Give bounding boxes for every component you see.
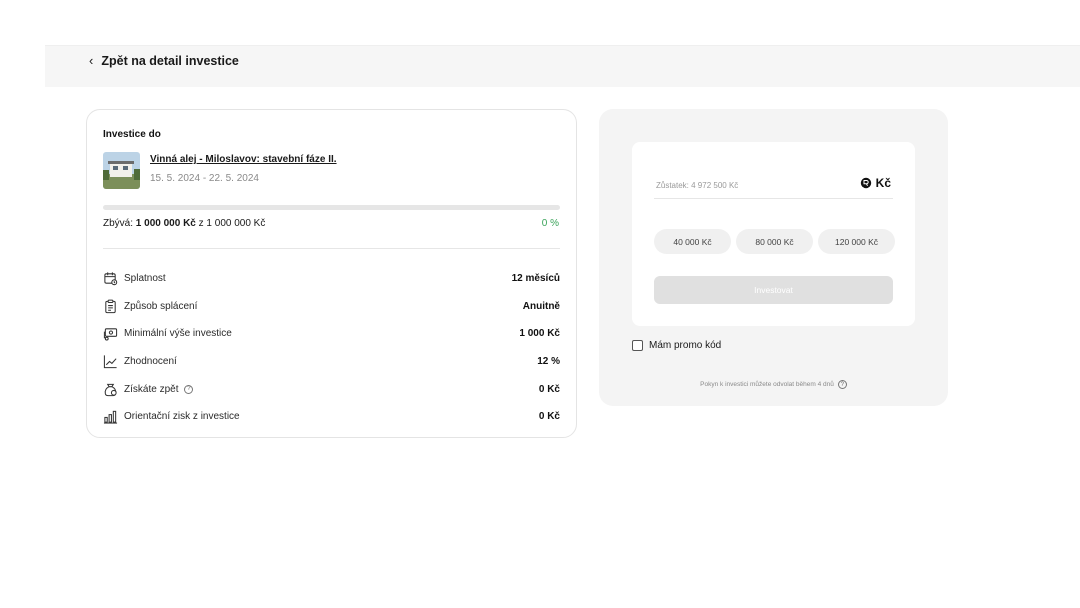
project-dates: 15. 5. 2024 - 22. 5. 2024 xyxy=(150,173,259,184)
detail-row-maturity: Splatnost 12 měsíců xyxy=(103,265,560,293)
detail-label: Získáte zpět xyxy=(124,383,179,395)
promo-code-label: Mám promo kód xyxy=(649,340,722,351)
detail-value: 1 000 Kč xyxy=(519,328,560,340)
back-link[interactable]: ‹ Zpět na detail investice xyxy=(89,53,239,68)
detail-label: Orientační zisk z investice xyxy=(124,411,240,423)
remaining-total: z 1 000 000 Kč xyxy=(198,218,266,229)
help-icon[interactable]: ? xyxy=(184,384,194,394)
balance-label: Zůstatek: 4 972 500 Kč xyxy=(656,181,739,190)
preset-amount-chip[interactable]: 80 000 Kč xyxy=(736,229,813,254)
money-icon xyxy=(103,328,118,342)
preset-amount-chip[interactable]: 40 000 Kč xyxy=(654,229,731,254)
details-list: Splatnost 12 měsíců Způsob splácení Anui… xyxy=(103,265,560,431)
promo-code-checkbox[interactable]: Mám promo kód xyxy=(632,340,721,351)
funding-progress-bar xyxy=(103,205,560,210)
withdrawal-note: Pokyn k investici můžete odvolat během 4… xyxy=(599,380,948,389)
checkbox-icon[interactable] xyxy=(632,340,643,351)
funding-percent: 0 % xyxy=(541,218,559,229)
detail-value: Anuitně xyxy=(522,300,560,312)
chevron-left-icon: ‹ xyxy=(89,53,94,68)
currency-selector: Kč xyxy=(860,176,891,190)
detail-value: 12 měsíců xyxy=(511,273,560,285)
remaining-prefix: Zbývá: xyxy=(103,218,134,229)
detail-row-yield: Zhodnocení 12 % xyxy=(103,348,560,376)
detail-label: Způsob splácení xyxy=(124,300,198,312)
detail-label: Minimální výše investice xyxy=(124,328,232,340)
withdrawal-note-text: Pokyn k investici můžete odvolat během 4… xyxy=(700,381,834,388)
project-thumbnail xyxy=(103,152,140,189)
detail-value: 0 Kč xyxy=(538,411,560,423)
detail-row-profit: Orientační zisk z investice 0 Kč xyxy=(103,403,560,431)
preset-amount-chip[interactable]: 120 000 Kč xyxy=(818,229,895,254)
calendar-icon xyxy=(104,272,118,286)
detail-row-return: Získáte zpět ? 0 Kč xyxy=(103,375,560,403)
project-title-link[interactable]: Vinná alej - Miloslavov: stavební fáze I… xyxy=(150,154,337,165)
remaining-amount: Zbývá: 1 000 000 Kč z 1 000 000 Kč xyxy=(103,218,265,229)
detail-row-repayment: Způsob splácení Anuitně xyxy=(103,293,560,321)
detail-label: Splatnost xyxy=(124,273,166,285)
back-link-label: Zpět na detail investice xyxy=(101,53,239,68)
amount-presets: 40 000 Kč 80 000 Kč 120 000 Kč xyxy=(654,229,895,254)
remaining-value: 1 000 000 Kč xyxy=(135,218,196,229)
detail-value: 12 % xyxy=(537,356,560,368)
order-form: Zůstatek: 4 972 500 Kč Kč 40 000 Kč 80 0… xyxy=(632,142,915,326)
bars-icon xyxy=(103,411,118,424)
detail-label: Zhodnocení xyxy=(124,356,177,368)
divider xyxy=(103,248,560,249)
detail-value: 0 Kč xyxy=(538,383,560,395)
coin-icon xyxy=(860,177,871,189)
amount-input[interactable]: Zůstatek: 4 972 500 Kč Kč xyxy=(654,172,893,199)
currency-label: Kč xyxy=(875,176,891,190)
order-panel: Zůstatek: 4 972 500 Kč Kč 40 000 Kč 80 0… xyxy=(599,109,948,406)
help-icon[interactable]: ? xyxy=(837,380,847,389)
trend-icon xyxy=(103,355,117,369)
detail-row-min-investment: Minimální výše investice 1 000 Kč xyxy=(103,320,560,348)
invest-button[interactable]: Investovat xyxy=(654,276,893,304)
moneybag-icon xyxy=(104,383,117,396)
clipboard-icon xyxy=(105,299,116,313)
investment-summary-card: Investice do Vinná alej - Miloslavov: st… xyxy=(86,109,577,438)
investment-heading: Investice do xyxy=(103,129,161,140)
top-bar: ‹ Zpět na detail investice xyxy=(45,45,1080,87)
